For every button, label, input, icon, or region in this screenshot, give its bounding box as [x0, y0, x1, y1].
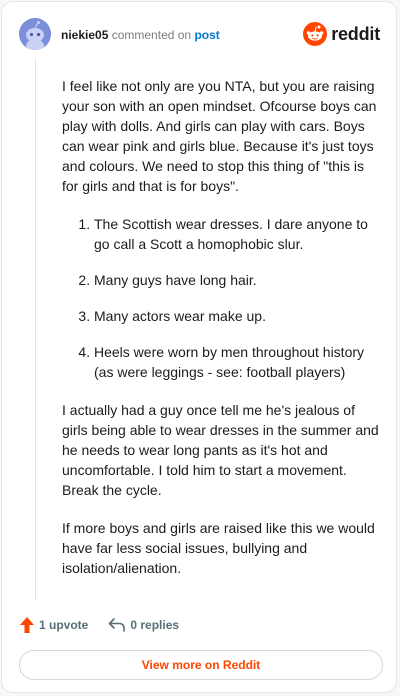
comment-list: The Scottish wear dresses. I dare anyone…: [62, 214, 382, 382]
comment-card: niekie05 commented on post reddit I feel…: [1, 1, 397, 693]
comment-actions: 1 upvote 0 replies: [19, 614, 179, 636]
list-item: The Scottish wear dresses. I dare anyone…: [94, 214, 382, 254]
brand-wordmark: reddit: [331, 23, 380, 44]
action-text: commented on: [111, 28, 192, 42]
list-item: Many guys have long hair.: [94, 270, 382, 290]
reply-arrow-icon: [109, 618, 126, 632]
username[interactable]: niekie05: [61, 28, 108, 42]
post-link[interactable]: post: [194, 28, 219, 42]
comment-paragraph: If more boys and girls are raised like t…: [62, 520, 375, 576]
comment-paragraph: I actually had a guy once tell me he's j…: [62, 402, 379, 498]
comment-body: I feel like not only are you NTA, but yo…: [62, 76, 382, 596]
list-item: Heels were worn by men throughout histor…: [94, 342, 382, 382]
reddit-logo-icon: [303, 22, 328, 46]
thread-line: [35, 58, 36, 600]
snoo-avatar-icon: [19, 18, 51, 50]
comment-header: niekie05 commented on post reddit: [19, 18, 380, 52]
user-avatar[interactable]: [19, 18, 51, 50]
upvote-button[interactable]: 1 upvote: [19, 616, 88, 634]
replies-button[interactable]: 0 replies: [108, 617, 179, 633]
comment-paragraph: I feel like not only are you NTA, but yo…: [62, 78, 377, 194]
comment-meta: niekie05 commented on post: [61, 28, 220, 42]
list-item: Many actors wear make up.: [94, 306, 382, 326]
replies-count: 0 replies: [130, 618, 180, 632]
reddit-brand[interactable]: reddit: [303, 22, 380, 46]
upvote-count: 1 upvote: [39, 618, 89, 632]
upvote-arrow-icon: [20, 617, 34, 633]
view-more-button[interactable]: View more on Reddit: [19, 650, 383, 680]
